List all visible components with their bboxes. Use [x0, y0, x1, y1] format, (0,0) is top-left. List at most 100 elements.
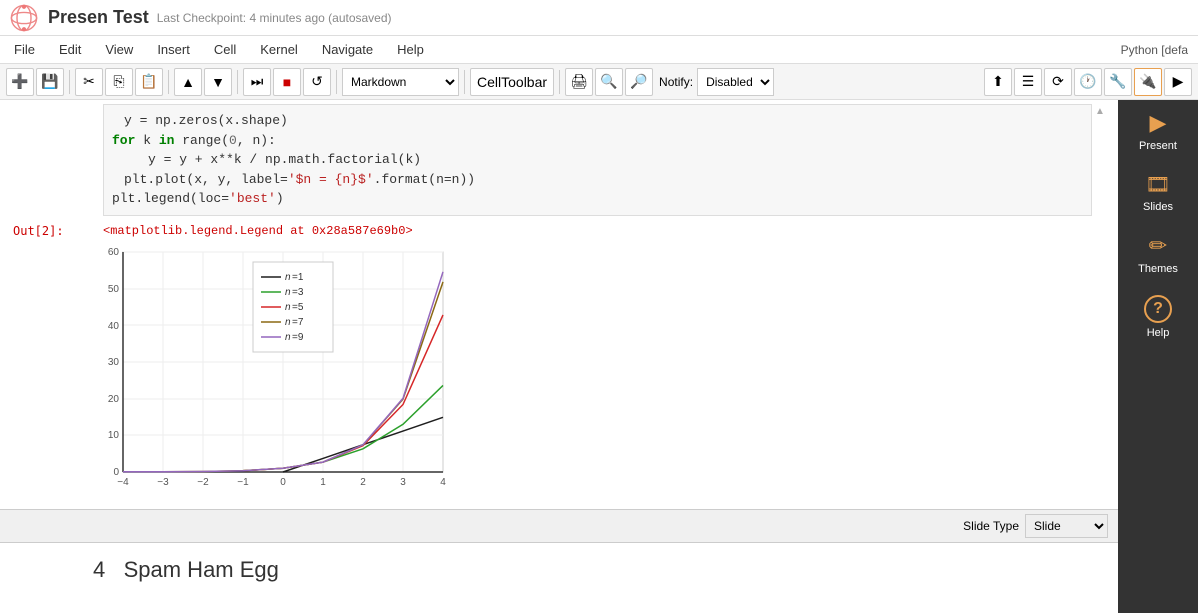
help-icon: ?: [1144, 295, 1172, 323]
refresh-button[interactable]: ⟳: [1044, 68, 1072, 96]
toolbar: ➕ 💾 ✂ ⎘ 📋 ▲ ▼ ⏭ ■ ↺ Markdown Code Raw NB…: [0, 64, 1198, 100]
svg-text:2: 2: [360, 477, 366, 488]
slide-type-bar: Slide Type Slide Sub-Slide Fragment Skip…: [0, 509, 1118, 543]
svg-text:30: 30: [108, 357, 120, 368]
present-button[interactable]: ▶ Present: [1118, 100, 1198, 162]
cell-code-area: y = np.zeros(x.shape) for k in range(0, …: [3, 104, 1118, 216]
right-sidebar: ▶ Present 🎞 Slides ✏ Themes ? Help: [1118, 100, 1198, 613]
present-label: Present: [1139, 140, 1177, 152]
slide-type-select[interactable]: Slide Sub-Slide Fragment Skip Notes: [1025, 514, 1108, 538]
share-button[interactable]: ⬆: [984, 68, 1012, 96]
scroll-indicator: ▲: [1092, 104, 1108, 216]
add-cell-button[interactable]: ➕: [6, 68, 34, 96]
legend-eq-n5: =5: [292, 302, 304, 313]
themes-label: Themes: [1138, 263, 1178, 275]
legend-eq-n7: =7: [292, 317, 304, 328]
video-button[interactable]: ▶: [1164, 68, 1192, 96]
chart-svg: 0 10 20 30 40 50 60 −4 −3 −2 −1 0 1 2 3: [93, 242, 453, 492]
output-text: <matplotlib.legend.Legend at 0x28a587e69…: [103, 220, 1108, 238]
zoom-out-button[interactable]: 🔎: [625, 68, 653, 96]
cell-type-select[interactable]: Markdown Code Raw NBConvert: [342, 68, 459, 96]
cell-input-label: [13, 104, 103, 216]
cell-heading: 4 Spam Ham Egg: [93, 557, 1098, 583]
sep3: [237, 70, 238, 94]
sep5: [464, 70, 465, 94]
slides-label: Slides: [1143, 201, 1173, 213]
legend-label-n9: n: [285, 332, 291, 343]
menu-kernel[interactable]: Kernel: [256, 40, 302, 59]
themes-button[interactable]: ✏ Themes: [1118, 223, 1198, 285]
markdown-content: 4 Spam Ham Egg: [3, 547, 1118, 593]
main-layout: y = np.zeros(x.shape) for k in range(0, …: [0, 100, 1198, 613]
sep2: [168, 70, 169, 94]
menu-navigate[interactable]: Navigate: [318, 40, 377, 59]
sep1: [69, 70, 70, 94]
menu-file[interactable]: File: [10, 40, 39, 59]
svg-text:−3: −3: [157, 477, 169, 488]
heading-text: Spam Ham Egg: [124, 557, 279, 582]
sep4: [336, 70, 337, 94]
move-down-button[interactable]: ▼: [204, 68, 232, 96]
legend-eq-n3: =3: [292, 287, 304, 298]
output-label: Out[2]:: [13, 220, 103, 238]
notify-label: Notify:: [659, 75, 693, 89]
move-up-button[interactable]: ▲: [174, 68, 202, 96]
svg-text:4: 4: [440, 477, 446, 488]
restart-button[interactable]: ↺: [303, 68, 331, 96]
copy-button[interactable]: ⎘: [105, 68, 133, 96]
help-button[interactable]: ? Help: [1118, 285, 1198, 349]
sep6: [559, 70, 560, 94]
svg-text:10: 10: [108, 430, 120, 441]
svg-text:−4: −4: [117, 477, 129, 488]
checkpoint-info: Last Checkpoint: 4 minutes ago (autosave…: [157, 11, 392, 25]
heading-number: 4: [93, 557, 105, 582]
code-line-3: y = y + x**k / np.math.factorial(k): [112, 150, 1083, 170]
plot-container: 0 10 20 30 40 50 60 −4 −3 −2 −1 0 1 2 3: [93, 238, 1098, 505]
extension-button[interactable]: 🔌: [1134, 68, 1162, 96]
menu-view[interactable]: View: [101, 40, 137, 59]
stop-button[interactable]: ■: [273, 68, 301, 96]
notify-area: Notify: Disabled Enabled: [659, 68, 774, 96]
markdown-cell: 4 Spam Ham Egg: [0, 543, 1118, 597]
celltoolbar-button[interactable]: CellToolbar: [470, 68, 554, 96]
menu-edit[interactable]: Edit: [55, 40, 85, 59]
svg-text:0: 0: [280, 477, 286, 488]
menu-bar: File Edit View Insert Cell Kernel Naviga…: [0, 36, 1198, 64]
legend-label-n5: n: [285, 302, 291, 313]
legend-eq-n9: =9: [292, 332, 304, 343]
menu-insert[interactable]: Insert: [153, 40, 194, 59]
menu-help[interactable]: Help: [393, 40, 428, 59]
notify-select[interactable]: Disabled Enabled: [697, 68, 774, 96]
svg-text:40: 40: [108, 321, 120, 332]
kernel-indicator: Python [defa: [1121, 43, 1188, 57]
slides-icon: 🎞: [1145, 172, 1170, 197]
svg-text:20: 20: [108, 394, 120, 405]
jupyter-logo: [10, 4, 38, 32]
save-button[interactable]: 💾: [36, 68, 64, 96]
help-label: Help: [1147, 327, 1170, 339]
top-bar: Presen Test Last Checkpoint: 4 minutes a…: [0, 0, 1198, 36]
slides-button[interactable]: 🎞 Slides: [1118, 162, 1198, 223]
themes-icon: ✏: [1149, 233, 1167, 259]
settings-button[interactable]: 🔧: [1104, 68, 1132, 96]
cell-output-area: Out[2]: <matplotlib.legend.Legend at 0x2…: [3, 220, 1118, 238]
slide-type-label: Slide Type: [963, 519, 1019, 533]
print-button[interactable]: 🖨: [565, 68, 593, 96]
cut-button[interactable]: ✂: [75, 68, 103, 96]
go-first-button[interactable]: ⏭: [243, 68, 271, 96]
list-button[interactable]: ☰: [1014, 68, 1042, 96]
notebook-area[interactable]: y = np.zeros(x.shape) for k in range(0, …: [0, 100, 1118, 613]
menu-cell[interactable]: Cell: [210, 40, 240, 59]
svg-text:1: 1: [320, 477, 326, 488]
code-line-2: for k in range(0, n):: [112, 131, 1083, 151]
svg-text:3: 3: [400, 477, 406, 488]
svg-text:−2: −2: [197, 477, 209, 488]
zoom-in-button[interactable]: 🔍: [595, 68, 623, 96]
code-line-5: plt.legend(loc='best'): [112, 189, 1083, 209]
legend-label-n3: n: [285, 287, 291, 298]
cell-code-content[interactable]: y = np.zeros(x.shape) for k in range(0, …: [103, 104, 1092, 216]
paste-button[interactable]: 📋: [135, 68, 163, 96]
clock-button[interactable]: 🕐: [1074, 68, 1102, 96]
svg-text:50: 50: [108, 284, 120, 295]
code-cell: y = np.zeros(x.shape) for k in range(0, …: [0, 100, 1118, 509]
